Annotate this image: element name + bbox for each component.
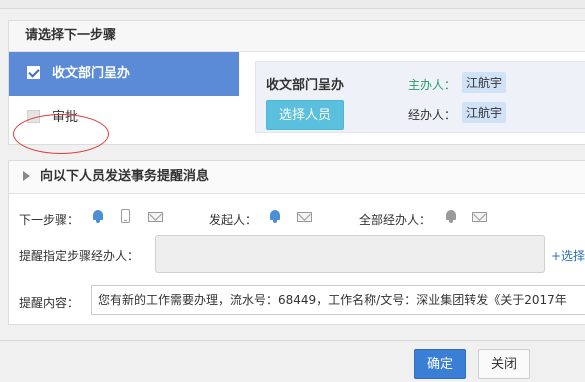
mail-icon[interactable] (297, 212, 312, 222)
step-item-department[interactable]: 收文部门呈办 (9, 52, 239, 96)
designated-handler-field[interactable] (155, 235, 545, 273)
all-handlers-label: 全部经办人： (359, 213, 432, 227)
reminder-content-input[interactable]: 您有新的工作需要办理，流水号：68449，工作名称/文号：深业集团转发《关于20… (91, 285, 585, 315)
bell-icon[interactable] (92, 209, 104, 223)
mobile-icon[interactable] (121, 209, 130, 223)
select-person-button[interactable]: 选择人员 (266, 100, 344, 130)
handler-value-tag[interactable]: 江航宇 (462, 102, 507, 123)
initiator-label: 发起人： (209, 213, 258, 227)
step-panel-title: 请选择下一步骤 (9, 21, 585, 52)
host-value-tag[interactable]: 江航宇 (462, 72, 507, 93)
mail-icon[interactable] (148, 212, 163, 222)
checkbox-checked-icon[interactable] (27, 66, 40, 79)
bell-icon[interactable] (445, 209, 457, 223)
notify-panel-title: 向以下人员发送事务提醒消息 (40, 169, 210, 184)
top-strip (0, 0, 585, 9)
confirm-button[interactable]: 确定 (414, 349, 466, 379)
content-label: 提醒内容： (19, 296, 80, 310)
add-handler-link[interactable]: +选择 (551, 247, 585, 264)
detail-step-name: 收文部门呈办 (266, 78, 345, 93)
notify-panel-header[interactable]: 向以下人员发送事务提醒消息 (9, 161, 585, 194)
designated-handler-label: 提醒指定步骤经办人： (19, 249, 140, 263)
annotation-ellipse (13, 114, 109, 154)
step-detail-box: 收文部门呈办 选择人员 主办人： 江航宇 经办人： 江航宇 (255, 61, 585, 133)
close-button[interactable]: 关闭 (478, 349, 530, 379)
host-label: 主办人： (408, 78, 457, 92)
notify-panel: 向以下人员发送事务提醒消息 下一步骤： 发起人： 全部经办人： 提醒指定步骤经办… (8, 160, 585, 325)
mail-icon[interactable] (472, 212, 487, 222)
bell-icon[interactable] (269, 209, 281, 223)
next-step-label: 下一步骤： (19, 213, 80, 227)
expand-triangle-icon (23, 170, 30, 181)
step-selection-panel: 请选择下一步骤 收文部门呈办 审批 收文部门呈办 选择人员 主办人： 江航宇 经… (8, 20, 585, 154)
step-label: 收文部门呈办 (52, 66, 131, 81)
handler-label: 经办人： (408, 108, 457, 122)
